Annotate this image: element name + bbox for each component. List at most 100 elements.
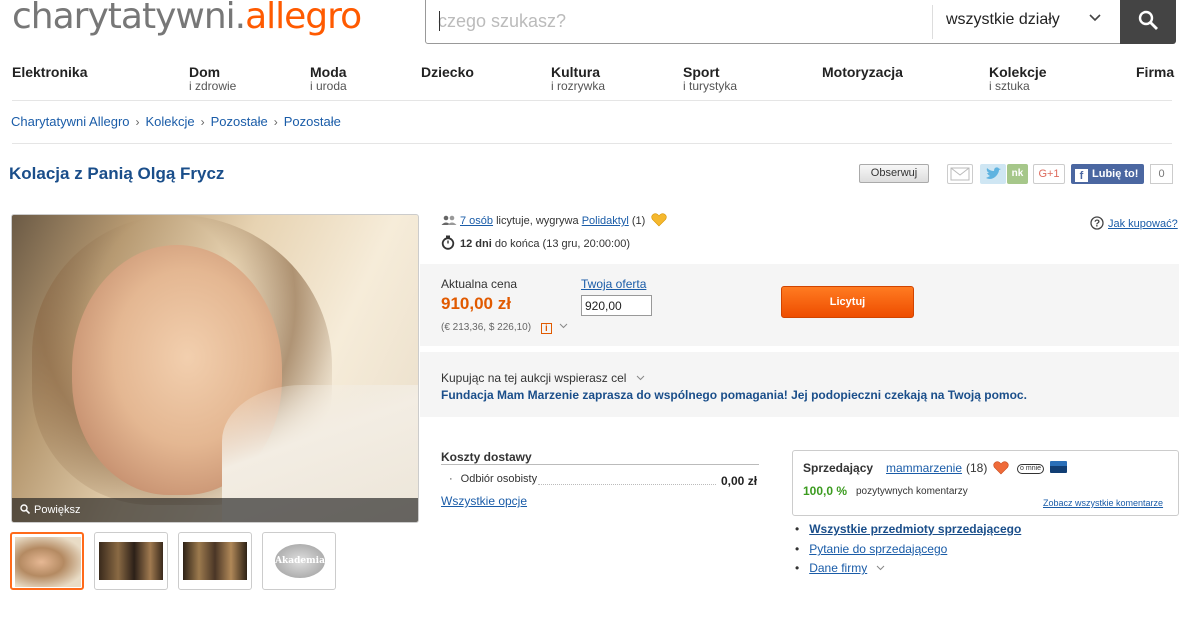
heart-icon xyxy=(651,213,667,227)
category-elektronika[interactable]: Elektronika xyxy=(12,64,87,80)
time-remaining: 12 dni do końca (13 gru, 20:00:00) xyxy=(441,235,630,250)
facebook-like-button[interactable]: f Lubię to! xyxy=(1071,164,1144,184)
watch-button[interactable]: Obserwuj xyxy=(859,164,929,183)
stopwatch-icon xyxy=(441,235,455,250)
category-label: Sport xyxy=(683,64,720,80)
price-label: Aktualna cena xyxy=(441,277,518,291)
category-motoryzacja[interactable]: Motoryzacja xyxy=(822,64,903,80)
akademia-smaku-logo: Akademia Smaku xyxy=(275,544,325,600)
thumbnail-image xyxy=(183,542,247,580)
bidders-text: licytuje, wygrywa xyxy=(496,215,579,227)
category-nav: Elektronika Dom i zdrowie Moda i uroda Dzi… xyxy=(12,64,1182,102)
thumbnail[interactable]: Akademia Smaku xyxy=(262,532,336,600)
category-kultura[interactable]: Kultura i rozrywka xyxy=(551,64,605,93)
search-icon xyxy=(1138,10,1158,30)
chevron-down-icon[interactable] xyxy=(559,323,568,329)
breadcrumb-link[interactable]: Kolekcje xyxy=(146,114,195,129)
days-left: 12 dni xyxy=(460,238,492,250)
category-sport[interactable]: Sport i turystyka xyxy=(683,64,737,93)
how-to-buy-link[interactable]: Jak kupować? xyxy=(1108,218,1178,230)
bid-button[interactable]: Licytuj xyxy=(781,286,914,318)
category-sublabel: i sztuka xyxy=(989,79,1030,93)
divider xyxy=(12,100,1172,101)
thumbnail[interactable] xyxy=(10,532,84,590)
seller-link-label: Dane firmy xyxy=(809,561,868,575)
category-label: Kolekcje xyxy=(989,64,1047,80)
shipping-price: 0,00 zł xyxy=(721,474,758,488)
nk-share-icon[interactable]: nk xyxy=(1007,164,1028,184)
twitter-icon[interactable] xyxy=(980,164,1006,184)
zoom-icon xyxy=(20,504,31,515)
seller-name-link[interactable]: mammarzenie xyxy=(886,461,962,475)
chevron-down-icon[interactable] xyxy=(1088,11,1102,26)
dotted-leader xyxy=(538,484,716,485)
breadcrumb-link[interactable]: Charytatywni Allegro xyxy=(11,114,130,129)
category-dziecko[interactable]: Dziecko xyxy=(421,64,474,80)
category-label: Dom xyxy=(189,64,221,80)
category-label: Motoryzacja xyxy=(822,64,903,80)
company-icon[interactable] xyxy=(1050,461,1068,473)
text-caret xyxy=(439,11,440,31)
search-button[interactable] xyxy=(1120,0,1176,44)
category-label: Firma xyxy=(1136,64,1175,80)
thumbnail-image xyxy=(15,537,81,587)
category-firma[interactable]: Firma xyxy=(1136,64,1174,80)
divider xyxy=(12,143,1172,144)
thumbnail-image xyxy=(99,542,163,580)
breadcrumb-link[interactable]: Pozostałe xyxy=(211,114,268,129)
how-to-buy[interactable]: ? Jak kupować? xyxy=(1090,216,1178,230)
seller-link-all-items[interactable]: • Wszystkie przedmioty sprzedającego xyxy=(795,522,1021,536)
like-label: Lubię to! xyxy=(1092,168,1139,180)
shipping-title: Koszty dostawy xyxy=(441,450,532,464)
site-logo[interactable]: charytatywni.allegro xyxy=(12,0,362,37)
category-moda[interactable]: Moda i uroda xyxy=(310,64,347,93)
zoom-bar[interactable]: Powiększ xyxy=(12,498,418,522)
chevron-down-icon xyxy=(876,565,884,571)
seller-link-company-data[interactable]: • Dane firmy xyxy=(795,561,885,575)
bid-input[interactable] xyxy=(581,295,652,316)
end-date: do końca (13 gru, 20:00:00) xyxy=(494,238,631,250)
category-label: Elektronika xyxy=(12,64,88,80)
info-icon[interactable]: i xyxy=(540,323,552,334)
positive-comments-label: pozytywnych komentarzy xyxy=(856,486,968,497)
your-offer-label[interactable]: Twoja oferta xyxy=(581,277,646,291)
help-icon: ? xyxy=(1090,216,1104,230)
shipping-option: · Odbiór osobisty xyxy=(449,473,538,485)
seller-link-question[interactable]: • Pytanie do sprzedającego xyxy=(795,542,947,556)
department-select[interactable]: wszystkie działy xyxy=(946,11,1060,29)
breadcrumb-link[interactable]: Pozostałe xyxy=(284,114,341,129)
conversion-text: (€ 213,36, $ 226,10) xyxy=(441,322,532,333)
bidders-info: 7 osób licytuje, wygrywa Polidaktyl (1) xyxy=(441,213,667,227)
category-label: Kultura xyxy=(551,64,600,80)
category-label: Moda xyxy=(310,64,347,80)
category-kolekcje[interactable]: Kolekcje i sztuka xyxy=(989,64,1047,93)
logo-text-part2: allegro xyxy=(245,0,362,37)
about-me-badge[interactable]: o mnie xyxy=(1017,464,1045,474)
main-photo[interactable]: Powiększ xyxy=(11,214,419,523)
all-comments-link[interactable]: Zobacz wszystkie komentarze xyxy=(1043,498,1163,508)
google-plus-icon[interactable]: G+1 xyxy=(1033,164,1065,184)
positive-percentage: 100,0 % xyxy=(803,484,848,498)
category-label: Dziecko xyxy=(421,64,474,80)
all-shipping-options-link[interactable]: Wszystkie opcje xyxy=(441,494,527,508)
winner-link[interactable]: Polidaktyl xyxy=(582,215,629,227)
charity-label[interactable]: Kupując na tej aukcji wspierasz cel xyxy=(441,371,645,385)
breadcrumb-separator: › xyxy=(135,115,140,129)
facebook-icon: f xyxy=(1075,169,1088,182)
shipping-option-label: Odbiór osobisty xyxy=(460,473,538,485)
category-dom[interactable]: Dom i zdrowie xyxy=(189,64,236,93)
bidders-link[interactable]: 7 osób xyxy=(460,215,493,227)
divider xyxy=(932,5,933,39)
breadcrumb: Charytatywni Allegro › Kolekcje › Pozostałe ›… xyxy=(11,114,341,129)
email-share-icon[interactable] xyxy=(947,164,973,184)
people-icon xyxy=(441,215,457,225)
thumbnail[interactable] xyxy=(94,532,168,590)
zoom-label: Powiększ xyxy=(34,504,81,516)
search-input[interactable] xyxy=(438,7,918,35)
thumbnail[interactable] xyxy=(178,532,252,590)
heart-icon xyxy=(993,461,1009,475)
seller-count-text: (18) xyxy=(966,461,988,475)
svg-text:?: ? xyxy=(1094,219,1100,230)
breadcrumb-separator: › xyxy=(200,115,205,129)
charity-description[interactable]: Fundacja Mam Marzenie zaprasza do wspóln… xyxy=(441,388,1027,402)
